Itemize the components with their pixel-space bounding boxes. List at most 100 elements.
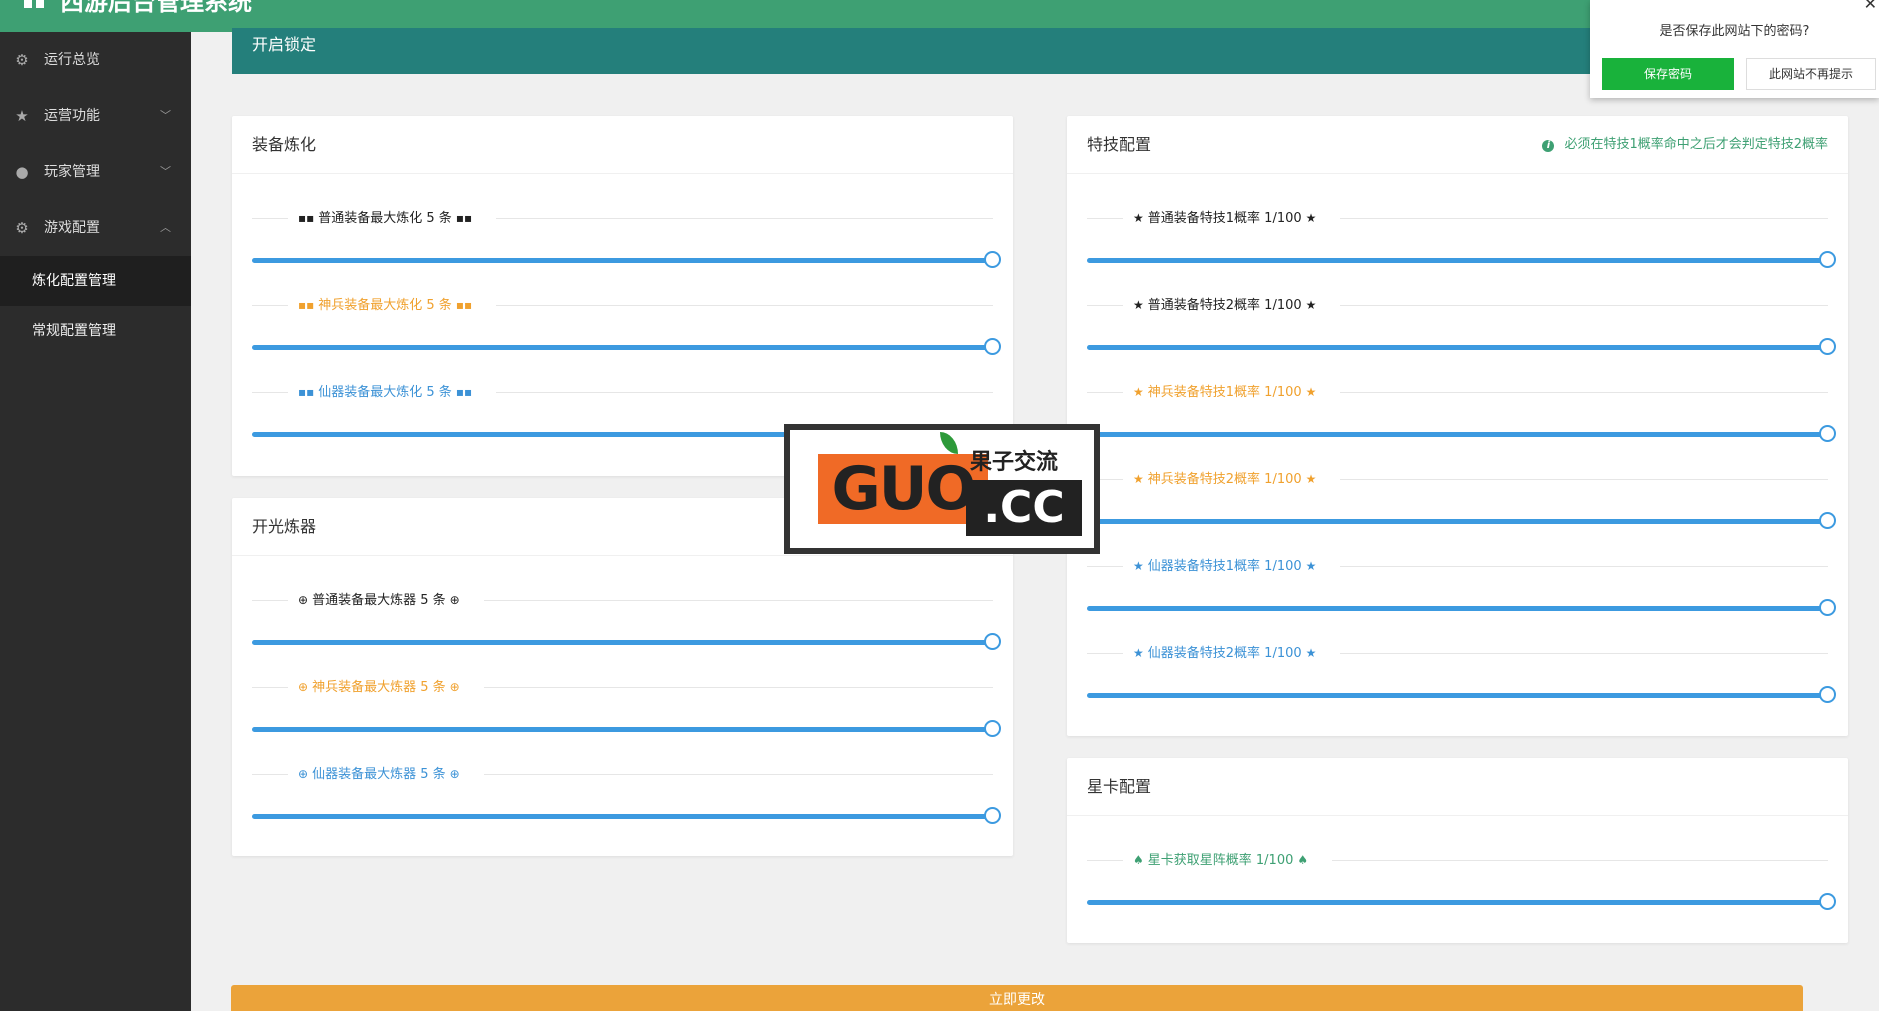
bell-icon: ♠ (1297, 853, 1309, 867)
slider-row: ▪▪ 普通装备最大炼化 5 条 ▪▪ (252, 174, 1001, 268)
lock-toggle-bar[interactable]: 开启锁定 (232, 28, 1672, 74)
slider-row: ▪▪ 仙器装备最大炼化 5 条 ▪▪ (252, 348, 1001, 442)
slider-label-text: 神兵装备特技1概率 1/100 (1147, 385, 1302, 400)
user-icon: ● (15, 163, 29, 181)
slider-track[interactable] (1087, 693, 1828, 698)
slider-label: ★ 普通装备特技2概率 1/100 ★ (1123, 295, 1341, 316)
sidebar-item-game-config[interactable]: ⚙ 游戏配置 ︿ (0, 200, 191, 256)
grid-icon: ▪▪ (298, 211, 315, 225)
slider-label-text: 普通装备特技1概率 1/100 (1147, 211, 1302, 226)
plus-circle-icon: ⊕ (449, 680, 460, 694)
skill-card: 特技配置 i 必须在特技1概率命中之后才会判定特技2概率 ★ 普通装备特技1概率 1… (1067, 116, 1848, 736)
star-icon: ★ (1305, 298, 1317, 312)
sidebar: ⚙ 运行总览 ★ 运营功能 ﹀ ● 玩家管理 ﹀ ⚙ 游戏配置 ︿ 炼化配置管理… (0, 32, 191, 1011)
star-icon: ★ (1305, 559, 1317, 573)
slider-handle[interactable] (984, 807, 1001, 824)
slider-row: ★ 普通装备特技1概率 1/100 ★ (1087, 174, 1836, 268)
star-icon: ★ (1305, 385, 1317, 399)
slider-row: ⊕ 神兵装备最大炼器 5 条 ⊕ (252, 643, 1001, 737)
slider-handle[interactable] (1819, 893, 1836, 910)
settings-ring-icon: ⚙ (15, 51, 29, 69)
sidebar-subitem-refine-config[interactable]: 炼化配置管理 (0, 256, 191, 306)
close-icon[interactable]: ✕ (1864, 0, 1877, 13)
sidebar-item-label: 运行总览 (44, 52, 100, 68)
chevron-down-icon: ﹀ (160, 109, 171, 122)
grid-icon: ▪▪ (455, 211, 473, 225)
save-password-button[interactable]: 保存密码 (1602, 58, 1734, 90)
sidebar-item-label: 运营功能 (44, 108, 100, 124)
leaf-icon (940, 432, 958, 454)
chevron-up-icon: ︿ (160, 221, 171, 234)
card-title: 装备炼化 (232, 116, 1013, 174)
watermark-cn: 果子交流 (970, 450, 1059, 475)
slider-label-text: 星卡获取星阵概率 1/100 (1147, 853, 1294, 868)
slider-label: ⊕ 神兵装备最大炼器 5 条 ⊕ (288, 677, 484, 698)
gear-icon: ⚙ (15, 219, 29, 237)
slider-label: ▪▪ 普通装备最大炼化 5 条 ▪▪ (288, 208, 497, 229)
slider-label: ★ 神兵装备特技1概率 1/100 ★ (1123, 382, 1341, 403)
slider-handle[interactable] (1819, 686, 1836, 703)
slider-label-text: 仙器装备特技1概率 1/100 (1147, 559, 1302, 574)
save-password-popup: ✕ 是否保存此网站下的密码? 保存密码 此网站不再提示 (1590, 0, 1879, 98)
slider-label: ★ 仙器装备特技2概率 1/100 ★ (1123, 643, 1341, 664)
sidebar-subitem-general-config[interactable]: 常规配置管理 (0, 306, 191, 356)
star-icon: ★ (1305, 646, 1317, 660)
slider-label-text: 普通装备最大炼化 5 条 (318, 211, 452, 226)
star-icon: ★ (1133, 646, 1144, 660)
sidebar-item-label: 游戏配置 (44, 220, 100, 236)
sidebar-item-operations[interactable]: ★ 运营功能 ﹀ (0, 88, 191, 144)
bell-icon: ♠ (1133, 853, 1144, 867)
popup-title: 是否保存此网站下的密码? (1659, 24, 1810, 39)
slider-label: ▪▪ 仙器装备最大炼化 5 条 ▪▪ (288, 382, 497, 403)
app-title: 西游后台管理系统 (60, 0, 252, 16)
slider-track[interactable] (1087, 900, 1828, 905)
slider-label-text: 仙器装备特技2概率 1/100 (1147, 646, 1302, 661)
slider-label: ★ 神兵装备特技2概率 1/100 ★ (1123, 469, 1341, 490)
slider-label: ♠ 星卡获取星阵概率 1/100 ♠ (1123, 850, 1333, 871)
slider-row: ▪▪ 神兵装备最大炼化 5 条 ▪▪ (252, 261, 1001, 355)
slider-row: ★ 仙器装备特技2概率 1/100 ★ (1087, 609, 1836, 703)
grid-icon: ▪▪ (455, 385, 473, 399)
slider-label-text: 仙器装备最大炼器 5 条 (312, 767, 446, 782)
refine-card: 装备炼化 ▪▪ 普通装备最大炼化 5 条 ▪▪ ▪▪ 神兵装备最大炼化 5 条 ▪▪ ▪▪ 仙… (232, 116, 1013, 476)
submit-button[interactable]: 立即更改 (231, 985, 1803, 1011)
watermark-suffix: .CC (966, 480, 1082, 536)
star-card-config: 星卡配置 ♠ 星卡获取星阵概率 1/100 ♠ (1067, 758, 1848, 943)
sidebar-item-players[interactable]: ● 玩家管理 ﹀ (0, 144, 191, 200)
slider-label-text: 神兵装备特技2概率 1/100 (1147, 472, 1302, 487)
slider-track[interactable] (252, 814, 993, 819)
sidebar-item-overview[interactable]: ⚙ 运行总览 (0, 32, 191, 88)
grid-icon: ▪▪ (455, 298, 473, 312)
slider-row: ♠ 星卡获取星阵概率 1/100 ♠ (1087, 816, 1836, 910)
slider-label: ★ 仙器装备特技1概率 1/100 ★ (1123, 556, 1341, 577)
chevron-down-icon: ﹀ (160, 165, 171, 178)
slider-row: ★ 神兵装备特技1概率 1/100 ★ (1087, 348, 1836, 442)
grid-logo-icon (24, 0, 44, 10)
plus-circle-icon: ⊕ (449, 593, 460, 607)
never-for-site-button[interactable]: 此网站不再提示 (1746, 58, 1876, 90)
star-icon: ★ (1133, 559, 1144, 573)
slider-label: ⊕ 仙器装备最大炼器 5 条 ⊕ (288, 764, 484, 785)
plus-circle-icon: ⊕ (298, 593, 309, 607)
star-icon: ★ (15, 107, 29, 125)
card-title: 星卡配置 (1067, 758, 1848, 816)
star-icon: ★ (1133, 298, 1144, 312)
slider-label-text: 普通装备特技2概率 1/100 (1147, 298, 1302, 313)
grid-icon: ▪▪ (298, 298, 315, 312)
slider-label-text: 普通装备最大炼器 5 条 (312, 593, 446, 608)
grid-icon: ▪▪ (298, 385, 315, 399)
star-icon: ★ (1305, 211, 1317, 225)
card-title: 特技配置 (1087, 135, 1152, 154)
plus-circle-icon: ⊕ (449, 767, 460, 781)
slider-row: ★ 普通装备特技2概率 1/100 ★ (1087, 261, 1836, 355)
slider-label: ⊕ 普通装备最大炼器 5 条 ⊕ (288, 590, 484, 611)
plus-circle-icon: ⊕ (298, 767, 309, 781)
guo-cc-watermark-logo: GUO 果子交流 .CC (784, 424, 1100, 554)
star-icon: ★ (1133, 472, 1144, 486)
sidebar-item-label: 玩家管理 (44, 164, 100, 180)
star-icon: ★ (1133, 385, 1144, 399)
info-icon: i (1542, 140, 1555, 152)
slider-row: ★ 仙器装备特技1概率 1/100 ★ (1087, 522, 1836, 616)
slider-row: ⊕ 仙器装备最大炼器 5 条 ⊕ (252, 730, 1001, 824)
star-icon: ★ (1133, 211, 1144, 225)
